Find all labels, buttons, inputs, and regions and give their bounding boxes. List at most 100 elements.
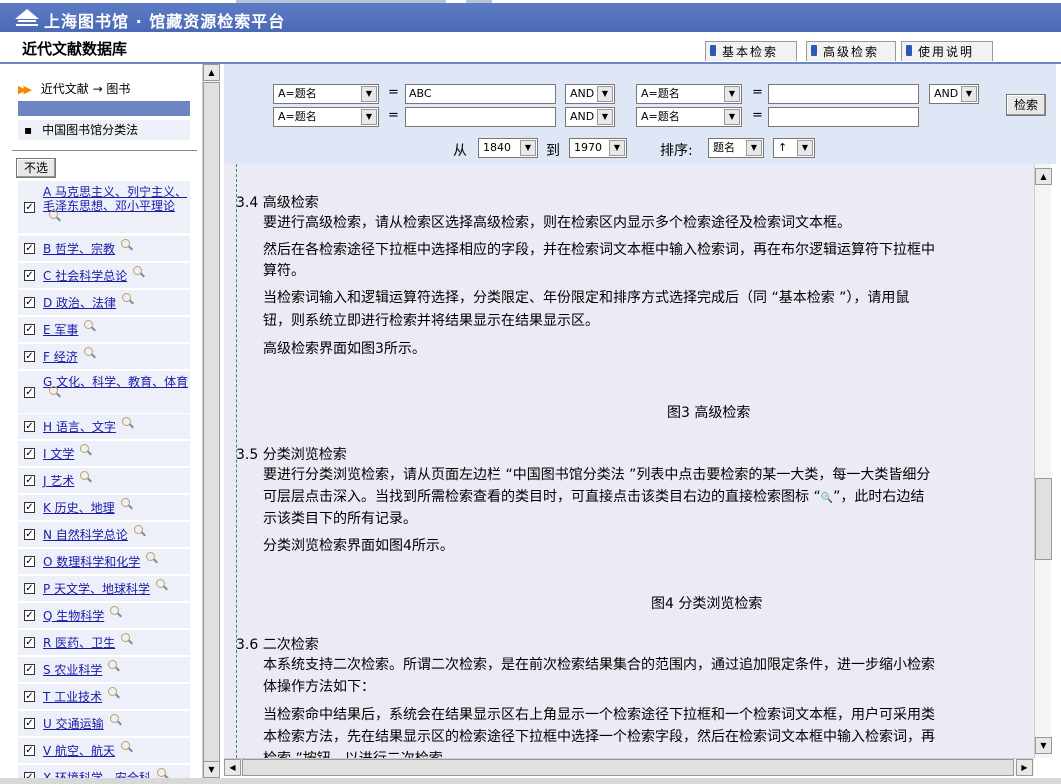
sidebar-scrollbar[interactable]: ▲ ▼ xyxy=(202,64,220,780)
category-item[interactable]: ✓ I 文学 xyxy=(18,441,190,468)
category-item[interactable]: ✓ H 语言、文字 xyxy=(18,414,190,441)
search-button[interactable]: 检索 xyxy=(1006,94,1046,116)
category-item[interactable]: ✓ R 医药、卫生 xyxy=(18,630,190,657)
scroll-left-icon[interactable]: ◀ xyxy=(224,759,241,776)
classification-title[interactable]: ▪ 中国图书馆分类法 xyxy=(18,120,190,140)
field-select-2[interactable]: A=题名 ▼ xyxy=(636,84,742,104)
magnifier-icon[interactable] xyxy=(108,687,118,696)
category-checkbox[interactable]: ✓ xyxy=(24,529,35,540)
scroll-right-icon[interactable]: ▶ xyxy=(1016,759,1033,776)
category-link[interactable]: A 马克思主义、列宁主义、毛泽东思想、邓小平理论 xyxy=(43,185,189,227)
category-checkbox[interactable]: ✓ xyxy=(24,324,35,335)
category-checkbox[interactable]: ✓ xyxy=(24,386,35,398)
magnifier-icon[interactable] xyxy=(121,239,131,248)
category-checkbox[interactable]: ✓ xyxy=(24,718,35,729)
search-term-input-4[interactable] xyxy=(768,107,919,127)
magnifier-icon[interactable] xyxy=(110,606,120,615)
category-checkbox[interactable]: ✓ xyxy=(24,448,35,459)
category-item[interactable]: ✓ J 艺术 xyxy=(18,468,190,495)
magnifier-icon[interactable] xyxy=(83,347,93,356)
to-year-select[interactable]: 1970 ▼ xyxy=(569,138,627,158)
category-link[interactable]: T 工业技术 xyxy=(43,687,189,704)
magnifier-icon[interactable] xyxy=(156,579,166,588)
category-checkbox[interactable]: ✓ xyxy=(24,297,35,308)
category-checkbox[interactable]: ✓ xyxy=(24,664,35,675)
category-checkbox[interactable]: ✓ xyxy=(24,745,35,756)
category-item[interactable]: ✓ Q 生物科学 xyxy=(18,603,190,630)
category-link[interactable]: B 哲学、宗教 xyxy=(43,239,189,256)
category-link[interactable]: U 交通运输 xyxy=(43,714,189,731)
category-item[interactable]: ✓ O 数理科学和化学 xyxy=(18,549,190,576)
tab-basic-search[interactable]: 基本检索 xyxy=(705,41,797,61)
scroll-down-icon[interactable]: ▼ xyxy=(203,761,220,778)
magnifier-icon[interactable] xyxy=(80,471,90,480)
category-item[interactable]: ✓ A 马克思主义、列宁主义、毛泽东思想、邓小平理论 xyxy=(18,181,190,235)
from-year-select[interactable]: 1840 ▼ xyxy=(478,138,538,158)
field-select-4[interactable]: A=题名 ▼ xyxy=(636,107,742,127)
scroll-thumb[interactable] xyxy=(1035,478,1052,560)
magnifier-icon[interactable] xyxy=(157,768,167,777)
category-checkbox[interactable]: ✓ xyxy=(24,421,35,432)
search-term-input-1[interactable]: ABC xyxy=(405,84,556,104)
category-item[interactable]: ✓ S 农业科学 xyxy=(18,657,190,684)
category-link[interactable]: S 农业科学 xyxy=(43,660,189,677)
category-checkbox[interactable]: ✓ xyxy=(24,201,35,213)
field-select-3[interactable]: A=题名 ▼ xyxy=(273,107,379,127)
category-link[interactable]: J 艺术 xyxy=(43,471,189,488)
scroll-up-icon[interactable]: ▲ xyxy=(203,64,220,81)
magnifier-icon[interactable] xyxy=(133,525,143,534)
category-link[interactable]: K 历史、地理 xyxy=(43,498,189,515)
category-link[interactable]: G 文化、科学、教育、体育 xyxy=(43,375,189,403)
scroll-thumb[interactable] xyxy=(242,759,1014,776)
category-checkbox[interactable]: ✓ xyxy=(24,610,35,621)
sort-field-select[interactable]: 题名 ▼ xyxy=(708,138,764,158)
category-link[interactable]: I 文学 xyxy=(43,444,189,461)
magnifier-icon[interactable] xyxy=(49,210,58,219)
category-checkbox[interactable]: ✓ xyxy=(24,502,35,513)
content-hscrollbar[interactable]: ◀ ▶ xyxy=(224,758,1034,776)
category-link[interactable]: O 数理科学和化学 xyxy=(43,552,189,569)
category-checkbox[interactable]: ✓ xyxy=(24,475,35,486)
category-item[interactable]: ✓ F 经济 xyxy=(18,344,190,371)
magnifier-icon[interactable] xyxy=(120,498,130,507)
magnifier-icon[interactable] xyxy=(121,417,131,426)
magnifier-icon[interactable] xyxy=(49,386,58,395)
category-link[interactable]: C 社会科学总论 xyxy=(43,266,189,283)
category-item[interactable]: ✓ G 文化、科学、教育、体育 xyxy=(18,371,190,415)
category-item[interactable]: ✓ K 历史、地理 xyxy=(18,495,190,522)
scroll-down-icon[interactable]: ▼ xyxy=(1035,737,1052,754)
category-link[interactable]: V 航空、航天 xyxy=(43,741,189,758)
magnifier-icon[interactable] xyxy=(122,293,132,302)
magnifier-icon[interactable] xyxy=(121,633,131,642)
category-item[interactable]: ✓ B 哲学、宗教 xyxy=(18,236,190,263)
category-checkbox[interactable]: ✓ xyxy=(24,270,35,281)
scroll-thumb[interactable] xyxy=(203,82,220,766)
magnifier-icon[interactable] xyxy=(146,552,156,561)
category-checkbox[interactable]: ✓ xyxy=(24,583,35,594)
search-term-input-2[interactable] xyxy=(768,84,919,104)
category-link[interactable]: R 医药、卫生 xyxy=(43,633,189,650)
field-select-1[interactable]: A=题名 ▼ xyxy=(273,84,379,104)
category-checkbox[interactable]: ✓ xyxy=(24,691,35,702)
category-link[interactable]: N 自然科学总论 xyxy=(43,525,189,542)
magnifier-icon[interactable] xyxy=(108,660,118,669)
category-item[interactable]: ✓ C 社会科学总论 xyxy=(18,263,190,290)
category-item[interactable]: ✓ V 航空、航天 xyxy=(18,738,190,765)
search-term-input-3[interactable] xyxy=(405,107,556,127)
category-item[interactable]: ✓ E 军事 xyxy=(18,317,190,344)
sort-direction-select[interactable]: ↑ ▼ xyxy=(773,138,815,158)
tab-advanced-search[interactable]: 高级检索 xyxy=(806,41,896,61)
magnifier-icon[interactable] xyxy=(121,741,131,750)
category-checkbox[interactable]: ✓ xyxy=(24,351,35,362)
category-link[interactable]: E 军事 xyxy=(43,320,189,337)
magnifier-icon[interactable] xyxy=(109,714,119,723)
magnifier-icon[interactable] xyxy=(84,320,94,329)
category-checkbox[interactable]: ✓ xyxy=(24,243,35,254)
scroll-up-icon[interactable]: ▲ xyxy=(1035,168,1052,185)
category-checkbox[interactable]: ✓ xyxy=(24,637,35,648)
category-item[interactable]: ✓ D 政治、法律 xyxy=(18,290,190,317)
category-item[interactable]: ✓ N 自然科学总论 xyxy=(18,522,190,549)
category-checkbox[interactable]: ✓ xyxy=(24,556,35,567)
category-link[interactable]: F 经济 xyxy=(43,347,189,364)
bool-op-select-2[interactable]: AND ▼ xyxy=(565,107,615,127)
